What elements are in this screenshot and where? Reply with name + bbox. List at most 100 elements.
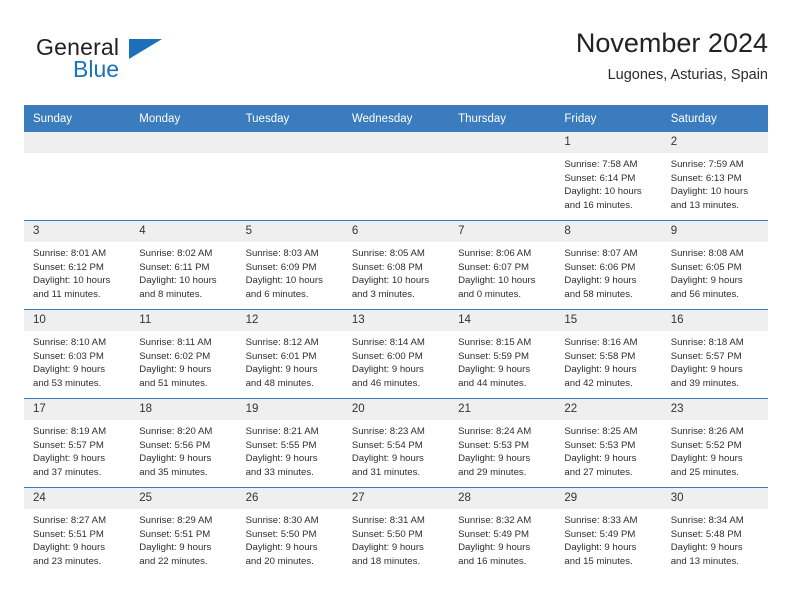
daylight-text: Daylight: 10 hours and 6 minutes. xyxy=(245,275,323,300)
daylight-text: Daylight: 9 hours and 27 minutes. xyxy=(564,453,637,478)
day-details: Sunrise: 8:33 AM Sunset: 5:49 PM Daylight:… xyxy=(555,509,661,568)
day-details: Sunrise: 8:10 AM Sunset: 6:03 PM Daylight:… xyxy=(24,331,130,390)
calendar-day-cell[interactable]: 28 Sunrise: 8:32 AM Sunset: 5:49 PM Dayligh… xyxy=(449,487,556,576)
calendar-day-cell[interactable]: 14 Sunrise: 8:15 AM Sunset: 5:59 PM Dayligh… xyxy=(449,309,556,399)
sunrise-text: Sunrise: 8:05 AM xyxy=(351,248,425,259)
day-number: 18 xyxy=(130,399,237,420)
day-number: 22 xyxy=(555,399,662,420)
calendar-day-cell[interactable]: 5 Sunrise: 8:03 AM Sunset: 6:09 PM Daylight… xyxy=(236,220,343,310)
calendar-day-cell[interactable]: 6 Sunrise: 8:05 AM Sunset: 6:08 PM Daylight… xyxy=(342,220,450,310)
sunrise-text: Sunrise: 8:01 AM xyxy=(33,248,107,259)
sunrise-text: Sunrise: 8:26 AM xyxy=(670,426,744,437)
sunrise-text: Sunrise: 8:34 AM xyxy=(670,515,744,526)
day-number xyxy=(342,132,450,153)
day-cell: 1 Sunrise: 7:58 AM Sunset: 6:14 PM Daylight… xyxy=(555,132,662,220)
day-cell: 27 Sunrise: 8:31 AM Sunset: 5:50 PM Dayligh… xyxy=(342,488,450,576)
daylight-text: Daylight: 9 hours and 42 minutes. xyxy=(564,364,637,389)
sunrise-text: Sunrise: 8:10 AM xyxy=(33,337,107,348)
sunset-text: Sunset: 6:07 PM xyxy=(458,261,530,273)
day-details: Sunrise: 8:25 AM Sunset: 5:53 PM Daylight:… xyxy=(555,420,661,479)
calendar-day-cell[interactable]: 4 Sunrise: 8:02 AM Sunset: 6:11 PM Daylight… xyxy=(130,220,237,310)
calendar-day-cell[interactable]: 16 Sunrise: 8:18 AM Sunset: 5:57 PM Dayligh… xyxy=(661,309,768,399)
daylight-text: Daylight: 10 hours and 16 minutes. xyxy=(564,186,642,211)
day-number: 4 xyxy=(130,221,237,242)
calendar-day-cell[interactable]: 22 Sunrise: 8:25 AM Sunset: 5:53 PM Dayligh… xyxy=(555,398,662,488)
day-cell: 3 Sunrise: 8:01 AM Sunset: 6:12 PM Daylight… xyxy=(24,221,131,309)
calendar-day-cell[interactable]: 9 Sunrise: 8:08 AM Sunset: 6:05 PM Daylight… xyxy=(661,220,768,310)
day-cell: 21 Sunrise: 8:24 AM Sunset: 5:53 PM Dayligh… xyxy=(449,399,556,487)
sunset-text: Sunset: 5:57 PM xyxy=(670,350,742,362)
day-cell: 29 Sunrise: 8:33 AM Sunset: 5:49 PM Dayligh… xyxy=(555,488,662,576)
calendar-day-cell[interactable]: 23 Sunrise: 8:26 AM Sunset: 5:52 PM Dayligh… xyxy=(661,398,768,488)
calendar-day-cell[interactable] xyxy=(449,132,556,221)
page-title: November 2024 xyxy=(575,28,768,58)
calendar-day-cell[interactable] xyxy=(130,132,237,221)
title-block: November 2024 Lugones, Asturias, Spain xyxy=(576,26,768,86)
calendar-day-cell[interactable]: 2 Sunrise: 7:59 AM Sunset: 6:13 PM Daylight… xyxy=(661,132,768,221)
sunset-text: Sunset: 5:48 PM xyxy=(670,528,742,540)
calendar-day-cell[interactable]: 17 Sunrise: 8:19 AM Sunset: 5:57 PM Dayligh… xyxy=(24,398,131,488)
day-number: 3 xyxy=(24,221,131,242)
calendar-table: Sunday Monday Tuesday Wednesday Thursday… xyxy=(24,105,768,576)
day-cell: 12 Sunrise: 8:12 AM Sunset: 6:01 PM Dayligh… xyxy=(236,310,343,398)
sunrise-text: Sunrise: 8:18 AM xyxy=(670,337,744,348)
calendar-day-cell[interactable]: 20 Sunrise: 8:23 AM Sunset: 5:54 PM Dayligh… xyxy=(342,398,450,488)
sunrise-text: Sunrise: 8:14 AM xyxy=(351,337,425,348)
calendar-day-cell[interactable]: 12 Sunrise: 8:12 AM Sunset: 6:01 PM Dayligh… xyxy=(236,309,343,399)
daylight-text: Daylight: 9 hours and 53 minutes. xyxy=(33,364,105,389)
calendar-day-cell[interactable] xyxy=(236,132,343,221)
weekday-header-monday: Monday xyxy=(130,105,237,132)
day-details: Sunrise: 8:23 AM Sunset: 5:54 PM Daylight:… xyxy=(343,420,449,479)
calendar-day-cell[interactable]: 19 Sunrise: 8:21 AM Sunset: 5:55 PM Dayligh… xyxy=(236,398,343,488)
daylight-text: Daylight: 9 hours and 23 minutes. xyxy=(33,542,105,567)
calendar-day-cell[interactable]: 27 Sunrise: 8:31 AM Sunset: 5:50 PM Dayligh… xyxy=(342,487,450,576)
day-details: Sunrise: 8:19 AM Sunset: 5:57 PM Daylight:… xyxy=(24,420,130,479)
calendar-day-cell[interactable]: 3 Sunrise: 8:01 AM Sunset: 6:12 PM Daylight… xyxy=(24,220,131,310)
sunrise-text: Sunrise: 8:11 AM xyxy=(139,337,212,348)
day-details: Sunrise: 8:18 AM Sunset: 5:57 PM Daylight:… xyxy=(662,331,768,390)
calendar-day-cell[interactable]: 7 Sunrise: 8:06 AM Sunset: 6:07 PM Daylight… xyxy=(449,220,556,310)
sunrise-text: Sunrise: 8:19 AM xyxy=(33,426,107,437)
calendar-day-cell[interactable]: 8 Sunrise: 8:07 AM Sunset: 6:06 PM Daylight… xyxy=(555,220,662,310)
brand-logo[interactable]: General Blue xyxy=(36,34,216,90)
day-cell: 25 Sunrise: 8:29 AM Sunset: 5:51 PM Dayligh… xyxy=(130,488,237,576)
day-details: Sunrise: 8:29 AM Sunset: 5:51 PM Daylight:… xyxy=(130,509,236,568)
sunset-text: Sunset: 6:03 PM xyxy=(33,350,104,362)
calendar-day-cell[interactable]: 15 Sunrise: 8:16 AM Sunset: 5:58 PM Dayligh… xyxy=(555,309,662,399)
calendar-day-cell[interactable]: 1 Sunrise: 7:58 AM Sunset: 6:14 PM Daylight… xyxy=(555,132,662,221)
calendar-day-cell[interactable] xyxy=(342,132,450,221)
calendar-day-cell[interactable]: 30 Sunrise: 8:34 AM Sunset: 5:48 PM Dayligh… xyxy=(661,487,768,576)
calendar-day-cell[interactable]: 11 Sunrise: 8:11 AM Sunset: 6:02 PM Dayligh… xyxy=(130,309,237,399)
day-cell: 9 Sunrise: 8:08 AM Sunset: 6:05 PM Daylight… xyxy=(661,221,768,309)
day-details: Sunrise: 8:32 AM Sunset: 5:49 PM Daylight:… xyxy=(449,509,555,568)
sunset-text: Sunset: 6:11 PM xyxy=(139,261,210,273)
day-cell: 6 Sunrise: 8:05 AM Sunset: 6:08 PM Daylight… xyxy=(342,221,450,309)
day-number xyxy=(130,132,237,153)
day-details: Sunrise: 8:07 AM Sunset: 6:06 PM Daylight:… xyxy=(555,242,661,301)
calendar-day-cell[interactable]: 13 Sunrise: 8:14 AM Sunset: 6:00 PM Dayligh… xyxy=(342,309,450,399)
day-details: Sunrise: 8:21 AM Sunset: 5:55 PM Daylight:… xyxy=(237,420,343,479)
day-number: 12 xyxy=(236,310,343,331)
day-details: Sunrise: 8:11 AM Sunset: 6:02 PM Daylight:… xyxy=(130,331,236,390)
sunset-text: Sunset: 6:01 PM xyxy=(245,350,317,362)
calendar-day-cell[interactable]: 21 Sunrise: 8:24 AM Sunset: 5:53 PM Dayligh… xyxy=(449,398,556,488)
calendar-day-cell[interactable]: 29 Sunrise: 8:33 AM Sunset: 5:49 PM Dayligh… xyxy=(555,487,662,576)
day-cell: 20 Sunrise: 8:23 AM Sunset: 5:54 PM Dayligh… xyxy=(342,399,450,487)
calendar-day-cell[interactable]: 25 Sunrise: 8:29 AM Sunset: 5:51 PM Dayligh… xyxy=(130,487,237,576)
weekday-header-thursday: Thursday xyxy=(449,105,556,132)
calendar-day-cell[interactable] xyxy=(24,132,131,221)
calendar-day-cell[interactable]: 26 Sunrise: 8:30 AM Sunset: 5:50 PM Dayligh… xyxy=(236,487,343,576)
day-number: 24 xyxy=(24,488,131,509)
daylight-text: Daylight: 9 hours and 56 minutes. xyxy=(670,275,743,300)
sunrise-text: Sunrise: 8:29 AM xyxy=(139,515,213,526)
sunset-text: Sunset: 5:51 PM xyxy=(33,528,104,540)
calendar-day-cell[interactable]: 18 Sunrise: 8:20 AM Sunset: 5:56 PM Dayligh… xyxy=(130,398,237,488)
sunset-text: Sunset: 5:49 PM xyxy=(564,528,636,540)
day-number: 14 xyxy=(449,310,556,331)
calendar-day-cell[interactable]: 10 Sunrise: 8:10 AM Sunset: 6:03 PM Dayligh… xyxy=(24,309,131,399)
day-cell: 26 Sunrise: 8:30 AM Sunset: 5:50 PM Dayligh… xyxy=(236,488,343,576)
day-number: 10 xyxy=(24,310,131,331)
calendar-day-cell[interactable]: 24 Sunrise: 8:27 AM Sunset: 5:51 PM Dayligh… xyxy=(24,487,131,576)
sunset-text: Sunset: 5:50 PM xyxy=(245,528,317,540)
daylight-text: Daylight: 10 hours and 11 minutes. xyxy=(33,275,111,300)
